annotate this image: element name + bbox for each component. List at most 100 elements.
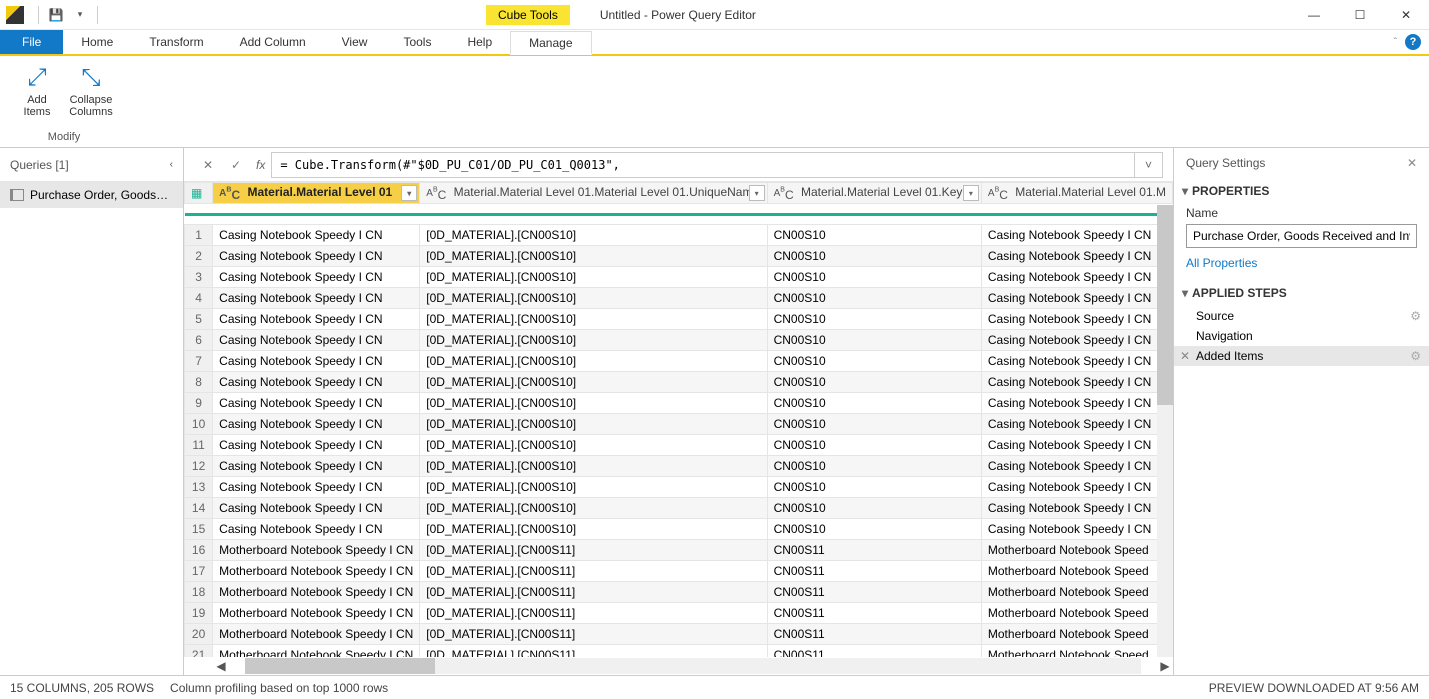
cancel-formula-icon[interactable]: ✕ [194, 152, 222, 178]
cell-material-level[interactable]: Motherboard Notebook Speedy I CN [213, 540, 420, 561]
cell-material-level[interactable]: Casing Notebook Speedy I CN [213, 477, 420, 498]
table-row[interactable]: 3Casing Notebook Speedy I CN[0D_MATERIAL… [185, 267, 1173, 288]
cell-key[interactable]: CN00S10 [767, 393, 981, 414]
table-row[interactable]: 9Casing Notebook Speedy I CN[0D_MATERIAL… [185, 393, 1173, 414]
cell-material-level[interactable]: Casing Notebook Speedy I CN [213, 246, 420, 267]
maximize-button[interactable]: ☐ [1337, 0, 1383, 30]
column-header-unique-name[interactable]: ABC Material.Material Level 01.Material … [420, 183, 767, 204]
cell-key[interactable]: CN00S10 [767, 309, 981, 330]
cell-material-m[interactable]: Casing Notebook Speedy I CN [981, 309, 1172, 330]
cell-key[interactable]: CN00S11 [767, 603, 981, 624]
cell-unique-name[interactable]: [0D_MATERIAL].[CN00S10] [420, 477, 767, 498]
cell-material-level[interactable]: Motherboard Notebook Speedy I CN [213, 645, 420, 658]
table-row[interactable]: 4Casing Notebook Speedy I CN[0D_MATERIAL… [185, 288, 1173, 309]
tab-home[interactable]: Home [63, 30, 131, 54]
cell-key[interactable]: CN00S11 [767, 582, 981, 603]
cell-unique-name[interactable]: [0D_MATERIAL].[CN00S10] [420, 267, 767, 288]
cell-key[interactable]: CN00S10 [767, 225, 981, 246]
cell-key[interactable]: CN00S11 [767, 561, 981, 582]
scroll-left-icon[interactable]: ◀ [213, 658, 229, 674]
cell-key[interactable]: CN00S10 [767, 477, 981, 498]
cell-material-level[interactable]: Casing Notebook Speedy I CN [213, 372, 420, 393]
cell-material-level[interactable]: Casing Notebook Speedy I CN [213, 330, 420, 351]
minimize-button[interactable]: — [1291, 0, 1337, 30]
cell-unique-name[interactable]: [0D_MATERIAL].[CN00S10] [420, 435, 767, 456]
cell-unique-name[interactable]: [0D_MATERIAL].[CN00S11] [420, 603, 767, 624]
formula-input[interactable] [271, 152, 1135, 178]
step-source[interactable]: Source ⚙ [1174, 306, 1429, 326]
cell-material-level[interactable]: Casing Notebook Speedy I CN [213, 267, 420, 288]
cell-unique-name[interactable]: [0D_MATERIAL].[CN00S11] [420, 540, 767, 561]
cell-material-m[interactable]: Casing Notebook Speedy I CN [981, 372, 1172, 393]
horizontal-scrollbar-thumb[interactable] [245, 658, 435, 674]
table-row[interactable]: 15Casing Notebook Speedy I CN[0D_MATERIA… [185, 519, 1173, 540]
table-row[interactable]: 14Casing Notebook Speedy I CN[0D_MATERIA… [185, 498, 1173, 519]
cell-unique-name[interactable]: [0D_MATERIAL].[CN00S11] [420, 645, 767, 658]
cell-material-level[interactable]: Casing Notebook Speedy I CN [213, 435, 420, 456]
cell-key[interactable]: CN00S10 [767, 288, 981, 309]
table-row[interactable]: 16Motherboard Notebook Speedy I CN[0D_MA… [185, 540, 1173, 561]
cell-unique-name[interactable]: [0D_MATERIAL].[CN00S10] [420, 351, 767, 372]
cell-material-level[interactable]: Casing Notebook Speedy I CN [213, 393, 420, 414]
cell-unique-name[interactable]: [0D_MATERIAL].[CN00S10] [420, 246, 767, 267]
column-filter-icon[interactable]: ▾ [401, 185, 417, 201]
table-row[interactable]: 11Casing Notebook Speedy I CN[0D_MATERIA… [185, 435, 1173, 456]
column-filter-icon[interactable]: ▾ [963, 185, 979, 201]
tab-file[interactable]: File [0, 30, 63, 54]
cell-unique-name[interactable]: [0D_MATERIAL].[CN00S10] [420, 288, 767, 309]
delete-step-icon[interactable]: ✕ [1180, 349, 1190, 363]
column-header-material-level[interactable]: ABC Material.Material Level 01 ▾ [213, 183, 420, 204]
horizontal-scrollbar-track[interactable] [245, 658, 1141, 674]
tab-help[interactable]: Help [449, 30, 510, 54]
cell-material-m[interactable]: Casing Notebook Speedy I CN [981, 498, 1172, 519]
cell-key[interactable]: CN00S10 [767, 330, 981, 351]
cell-material-m[interactable]: Casing Notebook Speedy I CN [981, 414, 1172, 435]
step-navigation[interactable]: Navigation [1174, 326, 1429, 346]
column-filter-icon[interactable]: ▾ [749, 185, 765, 201]
tab-add-column[interactable]: Add Column [222, 30, 324, 54]
cell-unique-name[interactable]: [0D_MATERIAL].[CN00S10] [420, 372, 767, 393]
table-row[interactable]: 8Casing Notebook Speedy I CN[0D_MATERIAL… [185, 372, 1173, 393]
cell-key[interactable]: CN00S10 [767, 435, 981, 456]
vertical-scrollbar-thumb[interactable] [1157, 205, 1173, 405]
table-row[interactable]: 6Casing Notebook Speedy I CN[0D_MATERIAL… [185, 330, 1173, 351]
cell-material-m[interactable]: Casing Notebook Speedy I CN [981, 246, 1172, 267]
collapse-ribbon-icon[interactable]: ˆ [1394, 37, 1397, 48]
cell-unique-name[interactable]: [0D_MATERIAL].[CN00S11] [420, 561, 767, 582]
cell-material-m[interactable]: Casing Notebook Speedy I CN [981, 477, 1172, 498]
scroll-right-icon[interactable]: ▶ [1157, 658, 1173, 674]
cell-material-m[interactable]: Motherboard Notebook Speed [981, 645, 1172, 658]
accept-formula-icon[interactable]: ✓ [222, 152, 250, 178]
query-name-input[interactable] [1186, 224, 1417, 248]
cell-key[interactable]: CN00S11 [767, 645, 981, 658]
cell-key[interactable]: CN00S10 [767, 414, 981, 435]
cell-unique-name[interactable]: [0D_MATERIAL].[CN00S11] [420, 624, 767, 645]
cell-key[interactable]: CN00S10 [767, 519, 981, 540]
cell-unique-name[interactable]: [0D_MATERIAL].[CN00S10] [420, 498, 767, 519]
tab-transform[interactable]: Transform [131, 30, 221, 54]
chevron-down-icon[interactable] [1182, 286, 1188, 300]
cell-material-level[interactable]: Motherboard Notebook Speedy I CN [213, 624, 420, 645]
cell-material-m[interactable]: Casing Notebook Speedy I CN [981, 225, 1172, 246]
cell-material-m[interactable]: Motherboard Notebook Speed [981, 624, 1172, 645]
cell-unique-name[interactable]: [0D_MATERIAL].[CN00S10] [420, 519, 767, 540]
collapse-columns-button[interactable]: ⤡ Collapse Columns [66, 60, 116, 131]
cell-material-level[interactable]: Motherboard Notebook Speedy I CN [213, 561, 420, 582]
help-icon[interactable]: ? [1405, 34, 1421, 50]
column-header-key[interactable]: ABC Material.Material Level 01.Key ▾ [767, 183, 981, 204]
collapse-pane-icon[interactable]: ‹ [170, 159, 173, 170]
save-icon[interactable]: 💾 [45, 4, 67, 26]
expand-formula-icon[interactable]: ˅ [1135, 152, 1163, 178]
cell-unique-name[interactable]: [0D_MATERIAL].[CN00S10] [420, 456, 767, 477]
table-row[interactable]: 5Casing Notebook Speedy I CN[0D_MATERIAL… [185, 309, 1173, 330]
cell-key[interactable]: CN00S11 [767, 624, 981, 645]
table-row[interactable]: 18Motherboard Notebook Speedy I CN[0D_MA… [185, 582, 1173, 603]
close-pane-icon[interactable]: ✕ [1407, 156, 1417, 170]
cell-unique-name[interactable]: [0D_MATERIAL].[CN00S10] [420, 225, 767, 246]
cell-material-level[interactable]: Casing Notebook Speedy I CN [213, 498, 420, 519]
cell-material-level[interactable]: Casing Notebook Speedy I CN [213, 288, 420, 309]
cell-material-m[interactable]: Casing Notebook Speedy I CN [981, 435, 1172, 456]
cell-key[interactable]: CN00S10 [767, 351, 981, 372]
table-row[interactable]: 12Casing Notebook Speedy I CN[0D_MATERIA… [185, 456, 1173, 477]
table-row[interactable]: 13Casing Notebook Speedy I CN[0D_MATERIA… [185, 477, 1173, 498]
